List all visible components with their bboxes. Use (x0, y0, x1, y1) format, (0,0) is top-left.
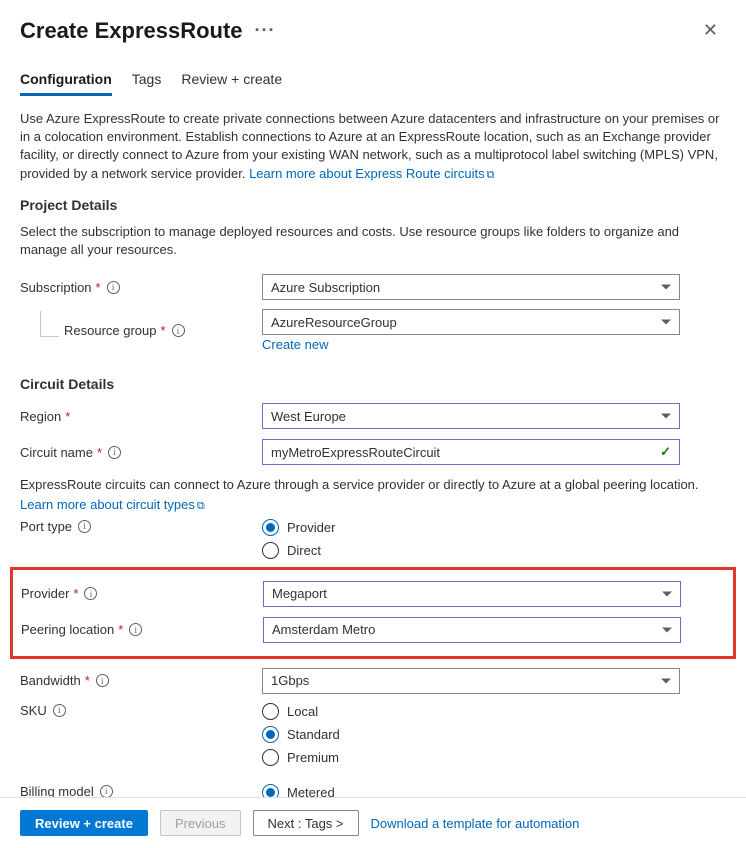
external-link-icon: ⧉ (197, 500, 205, 513)
highlighted-section: Provider* i Megaport Peering location* i… (10, 567, 736, 659)
chevron-down-icon (662, 627, 672, 632)
region-label: Region* (20, 409, 262, 424)
info-icon[interactable]: i (53, 704, 66, 717)
info-icon[interactable]: i (100, 785, 113, 798)
region-select[interactable]: West Europe (262, 403, 680, 429)
intro-text: Use Azure ExpressRoute to create private… (20, 110, 726, 183)
tabs: Configuration Tags Review + create (20, 65, 726, 96)
port-type-direct-radio[interactable]: Direct (262, 542, 726, 559)
tab-configuration[interactable]: Configuration (20, 65, 112, 96)
subscription-label: Subscription* i (20, 280, 262, 295)
external-link-icon: ⧉ (487, 168, 495, 183)
sku-local-radio[interactable]: Local (262, 703, 726, 720)
info-icon[interactable]: i (129, 623, 142, 636)
info-icon[interactable]: i (78, 520, 91, 533)
download-template-link[interactable]: Download a template for automation (371, 816, 580, 831)
previous-button: Previous (160, 810, 241, 836)
sku-premium-radio[interactable]: Premium (262, 749, 726, 766)
peering-location-label: Peering location* i (21, 622, 263, 637)
sku-standard-radio[interactable]: Standard (262, 726, 726, 743)
page-title: Create ExpressRoute (20, 18, 243, 44)
create-new-rg-link[interactable]: Create new (262, 337, 328, 352)
circuit-name-input[interactable]: myMetroExpressRouteCircuit ✓ (262, 439, 680, 465)
project-details-desc: Select the subscription to manage deploy… (20, 223, 726, 259)
chevron-down-icon (661, 320, 671, 325)
circuit-details-heading: Circuit Details (20, 376, 726, 392)
provider-label: Provider* i (21, 586, 263, 601)
info-icon[interactable]: i (172, 324, 185, 337)
port-type-provider-radio[interactable]: Provider (262, 519, 726, 536)
review-create-button[interactable]: Review + create (20, 810, 148, 836)
info-icon[interactable]: i (108, 446, 121, 459)
provider-select[interactable]: Megaport (263, 581, 681, 607)
chevron-down-icon (661, 414, 671, 419)
peering-location-select[interactable]: Amsterdam Metro (263, 617, 681, 643)
learn-more-circuits-link[interactable]: Learn more about Express Route circuits⧉ (249, 166, 494, 181)
info-icon[interactable]: i (107, 281, 120, 294)
bandwidth-label: Bandwidth* i (20, 673, 262, 688)
tab-tags[interactable]: Tags (132, 65, 162, 96)
more-icon[interactable]: ··· (255, 20, 276, 41)
check-icon: ✓ (660, 444, 671, 460)
port-type-label: Port type i (20, 519, 262, 534)
chevron-down-icon (662, 591, 672, 596)
learn-more-circuit-types-link[interactable]: Learn more about circuit types⧉ (20, 497, 205, 512)
chevron-down-icon (661, 678, 671, 683)
subscription-select[interactable]: Azure Subscription (262, 274, 680, 300)
sku-label: SKU i (20, 703, 262, 718)
chevron-down-icon (661, 285, 671, 290)
bandwidth-select[interactable]: 1Gbps (262, 668, 680, 694)
info-icon[interactable]: i (84, 587, 97, 600)
resource-group-select[interactable]: AzureResourceGroup (262, 309, 680, 335)
next-button[interactable]: Next : Tags > (253, 810, 359, 836)
project-details-heading: Project Details (20, 197, 726, 213)
close-icon[interactable]: ✕ (695, 16, 726, 45)
resource-group-label: Resource group* i (20, 323, 262, 338)
footer: Review + create Previous Next : Tags > D… (0, 797, 746, 848)
circuit-desc: ExpressRoute circuits can connect to Azu… (20, 476, 726, 494)
tab-review[interactable]: Review + create (181, 65, 282, 96)
circuit-name-label: Circuit name* i (20, 445, 262, 460)
info-icon[interactable]: i (96, 674, 109, 687)
